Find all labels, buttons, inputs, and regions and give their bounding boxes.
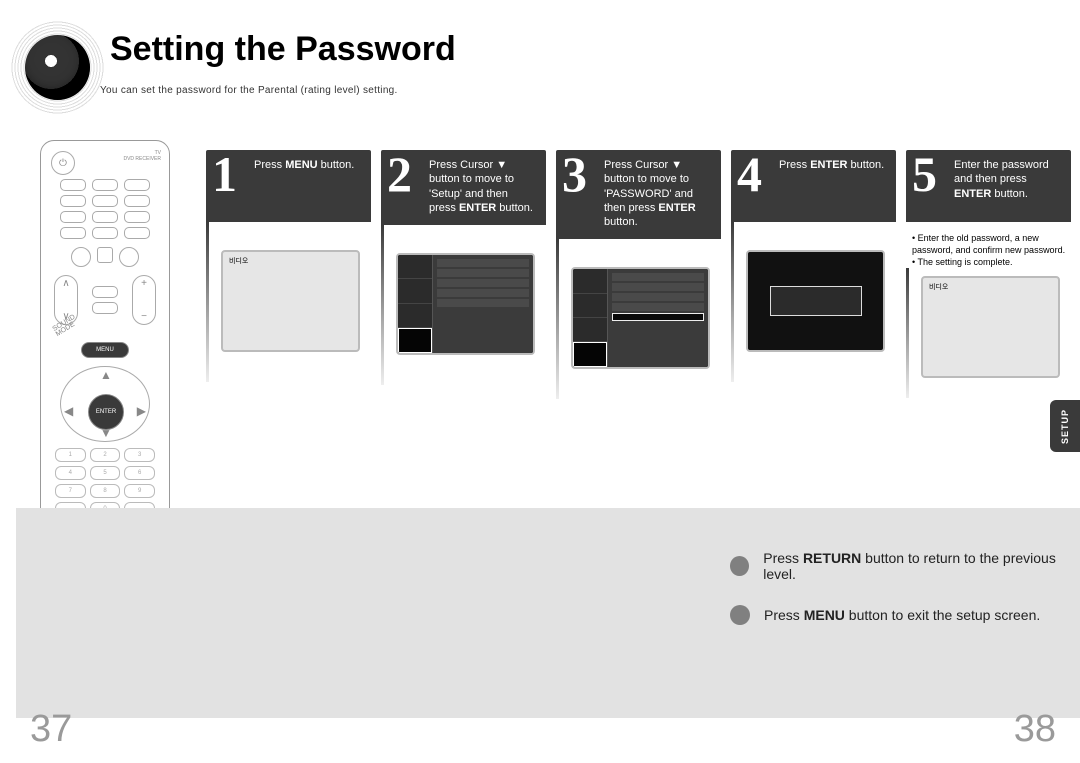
steps-row: 1 Press MENU button. 비디오 2 Press Cursor … [206, 150, 1064, 399]
step-number: 4 [737, 142, 762, 207]
menu-button: MENU [81, 342, 129, 358]
setup-side-tab: SETUP [1050, 400, 1080, 452]
power-icon: ⏻ [51, 151, 75, 175]
tv-thumbnail [396, 253, 535, 355]
page-title: Setting the Password [110, 30, 456, 69]
step-3: 3 Press Cursor ▼ button to move to 'PASS… [556, 150, 721, 399]
step-5-notes: Enter the old password, a new password, … [912, 232, 1071, 268]
step-1: 1 Press MENU button. 비디오 [206, 150, 371, 399]
footer-note-menu: Press MENU button to exit the setup scre… [730, 605, 1040, 625]
step-4: 4 Press ENTER button. [731, 150, 896, 399]
step-text: Press Cursor ▼ button to move to 'PASSWO… [604, 159, 696, 228]
step-text: Press Cursor ▼ button to move to 'Setup'… [429, 159, 533, 214]
step-5: 5 Enter the password and then press ENTE… [906, 150, 1071, 399]
tv-thumbnail [746, 250, 885, 352]
step-number: 2 [387, 142, 412, 207]
step-number: 5 [912, 142, 937, 207]
brand-logo [10, 20, 105, 115]
footer-note-return: Press RETURN button to return to the pre… [730, 550, 1080, 582]
bullet-icon [730, 605, 750, 625]
tv-thumbnail [571, 267, 710, 369]
tv-thumbnail: 비디오 [221, 250, 360, 352]
step-text: Enter the password and then press ENTER … [954, 159, 1049, 200]
channel-rocker: +− [132, 275, 156, 325]
step-number: 1 [212, 142, 237, 207]
bullet-icon [730, 556, 749, 576]
navigation-pad: ▲▼ ◀▶ ENTER [60, 366, 150, 442]
remote-label-dvd: DVD RECEIVER [123, 157, 161, 163]
page-number-right: 38 [1014, 708, 1056, 751]
step-text: Press ENTER button. [779, 159, 884, 171]
step-text: Press MENU button. [254, 159, 354, 171]
page-number-left: 37 [30, 708, 72, 751]
tv-thumbnail: 비디오 [921, 276, 1060, 378]
enter-button: ENTER [88, 394, 124, 430]
step-2: 2 Press Cursor ▼ button to move to 'Setu… [381, 150, 546, 399]
step-number: 3 [562, 142, 587, 207]
page-subtitle: You can set the password for the Parenta… [100, 85, 398, 96]
